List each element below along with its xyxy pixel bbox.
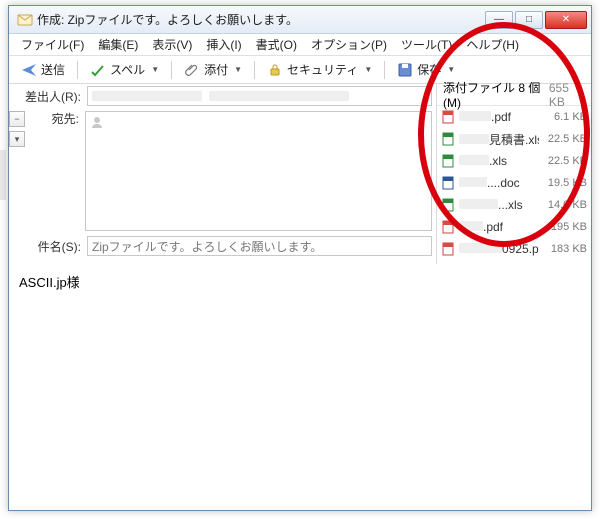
pdf-file-icon	[441, 242, 455, 256]
menu-view[interactable]: 表示(V)	[146, 34, 198, 55]
attachment-item[interactable]: .pdf 195 KB	[437, 216, 591, 238]
compose-window: 作成: Zipファイルです。よろしくお願いします。 — □ ✕ ファイル(F) …	[8, 5, 592, 511]
attachment-name: .xls	[459, 154, 539, 168]
attachment-name: .pdf	[459, 220, 539, 234]
body-line: ASCII.jp様	[19, 272, 581, 291]
attachment-item[interactable]: 見積書.xls 22.5 KB	[437, 128, 591, 150]
attachments-list: .pdf 6.1 KB 見積書.xls 22.5 KB .xls 22.5 KB ....d…	[437, 106, 591, 282]
attachments-panel: 添付ファイル 8 個(M) 655 KB .pdf 6.1 KB 見積書.xls 22…	[436, 84, 591, 282]
from-label: 差出人(R):	[9, 88, 87, 105]
menu-bar: ファイル(F) 編集(E) 表示(V) 挿入(I) 書式(O) オプション(P)…	[9, 34, 591, 56]
subject-row: 件名(S): Zipファイルです。よろしくお願いします。	[9, 234, 436, 258]
attachment-name: 見積書.xls	[459, 131, 539, 148]
attachment-size: 19.5 KB	[543, 177, 587, 189]
send-icon	[21, 62, 37, 78]
window-buttons: — □ ✕	[485, 11, 587, 29]
maximize-button[interactable]: □	[515, 11, 543, 29]
pdf-file-icon	[441, 220, 455, 234]
menu-edit[interactable]: 編集(E)	[92, 34, 144, 55]
attachment-item[interactable]: ....doc 19.5 KB	[437, 172, 591, 194]
security-button[interactable]: セキュリティ ▼	[261, 59, 378, 80]
doc-file-icon	[441, 176, 455, 190]
lock-icon	[267, 62, 283, 78]
attachment-size: 195 KB	[543, 221, 587, 233]
save-label: 保存	[417, 61, 441, 78]
dropdown-arrow-icon: ▼	[447, 65, 455, 74]
from-row: 差出人(R):	[9, 84, 436, 108]
attachment-size: 22.5 KB	[543, 155, 587, 167]
menu-insert[interactable]: 挿入(I)	[200, 34, 247, 55]
attachment-item[interactable]: .xls 22.5 KB	[437, 150, 591, 172]
attachment-item[interactable]: ...xls 14.0 KB	[437, 194, 591, 216]
xls-file-icon	[441, 132, 455, 146]
minimize-button[interactable]: —	[485, 11, 513, 29]
send-label: 送信	[41, 61, 65, 78]
spell-icon	[90, 62, 106, 78]
page-shadow-sliver	[0, 150, 6, 200]
attachment-item[interactable]: 0925.pdf 183 KB	[437, 238, 591, 260]
close-button[interactable]: ✕	[545, 11, 587, 29]
contact-icon	[90, 115, 104, 129]
toolbar-sep	[384, 61, 385, 79]
attach-button[interactable]: 添付 ▼	[178, 59, 248, 80]
from-field[interactable]	[87, 86, 432, 106]
attachments-header[interactable]: 添付ファイル 8 個(M) 655 KB	[437, 84, 591, 106]
menu-format[interactable]: 書式(O)	[250, 34, 303, 55]
field-buttons-col: − ▾	[9, 110, 27, 147]
dropdown-arrow-icon: ▼	[151, 65, 159, 74]
collapse-button[interactable]: −	[9, 111, 25, 127]
spell-label: スペル	[110, 61, 145, 78]
menu-tools[interactable]: ツール(T)	[395, 34, 458, 55]
menu-help[interactable]: ヘルプ(H)	[460, 34, 525, 55]
dropdown-button[interactable]: ▾	[9, 131, 25, 147]
attachments-total-size: 655 KB	[549, 81, 585, 109]
subject-label: 件名(S):	[9, 238, 87, 255]
blurred-text	[209, 91, 349, 101]
message-body-editor[interactable]: ASCII.jp様	[9, 264, 591, 510]
attach-label: 添付	[204, 61, 228, 78]
window-title: 作成: Zipファイルです。よろしくお願いします。	[37, 11, 485, 28]
attachment-size: 22.5 KB	[543, 133, 587, 145]
attachment-name: ....doc	[459, 176, 539, 190]
subject-field[interactable]: Zipファイルです。よろしくお願いします。	[87, 236, 432, 256]
toolbar-sep	[77, 61, 78, 79]
envelope-icon	[17, 12, 33, 28]
attachment-size: 14.0 KB	[543, 199, 587, 211]
attachments-count: 添付ファイル 8 個(M)	[443, 79, 549, 110]
titlebar: 作成: Zipファイルです。よろしくお願いします。 — □ ✕	[9, 6, 591, 34]
paperclip-icon	[184, 62, 200, 78]
send-button[interactable]: 送信	[15, 59, 71, 80]
save-button[interactable]: 保存 ▼	[391, 59, 461, 80]
dropdown-arrow-icon: ▼	[364, 65, 372, 74]
header-fields: 差出人(R): − ▾ 宛先: 件名(S): Zipファ	[9, 84, 436, 282]
xls-file-icon	[441, 154, 455, 168]
spell-button[interactable]: スペル ▼	[84, 59, 165, 80]
menu-file[interactable]: ファイル(F)	[15, 34, 90, 55]
subject-value: Zipファイルです。よろしくお願いします。	[92, 238, 322, 255]
save-icon	[397, 62, 413, 78]
attachment-name: 0925.pdf	[459, 242, 539, 256]
blurred-text	[92, 91, 202, 101]
security-label: セキュリティ	[287, 61, 358, 78]
attachment-name: ...xls	[459, 198, 539, 212]
toolbar-sep	[171, 61, 172, 79]
header-area: 差出人(R): − ▾ 宛先: 件名(S): Zipファ	[9, 84, 591, 283]
xls-file-icon	[441, 198, 455, 212]
to-field[interactable]	[85, 111, 432, 231]
attachment-name: .pdf	[459, 110, 539, 124]
pdf-file-icon	[441, 110, 455, 124]
dropdown-arrow-icon: ▼	[234, 65, 242, 74]
attachment-size: 183 KB	[543, 243, 587, 255]
to-label: 宛先:	[27, 110, 85, 127]
attachment-size: 6.1 KB	[543, 111, 587, 123]
to-row: − ▾ 宛先:	[9, 108, 436, 234]
menu-options[interactable]: オプション(P)	[305, 34, 393, 55]
attachment-item[interactable]: .pdf 6.1 KB	[437, 106, 591, 128]
toolbar-sep	[254, 61, 255, 79]
